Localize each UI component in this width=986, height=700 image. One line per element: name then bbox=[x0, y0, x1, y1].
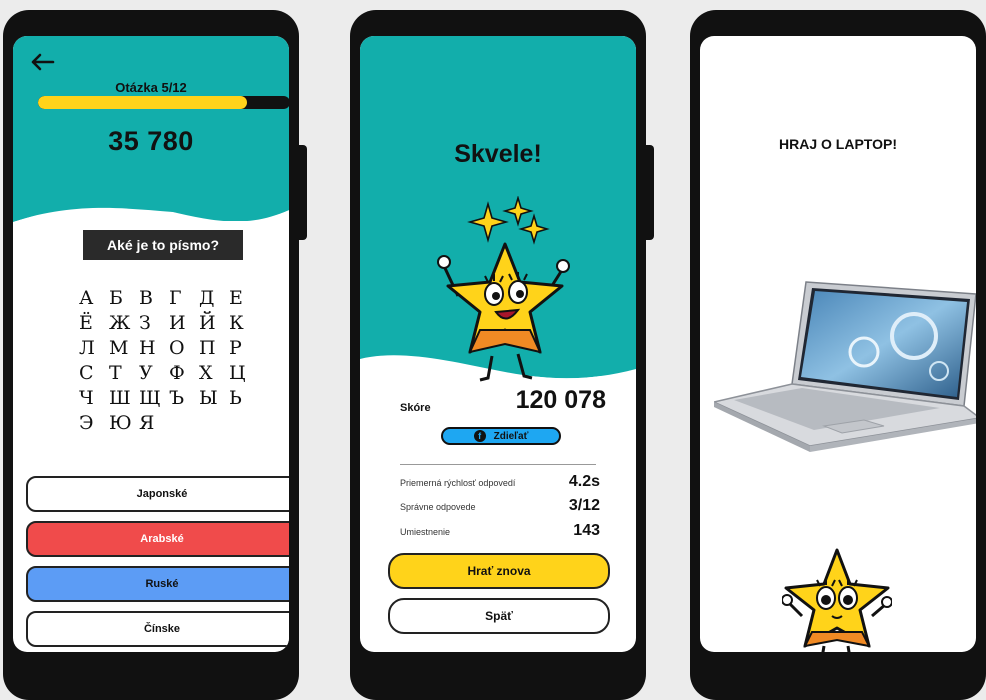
side-button bbox=[299, 145, 307, 240]
stat-row: Správne odpovede 3/12 bbox=[400, 497, 600, 515]
promo-screen: HRAJ O LAPTOP! bbox=[700, 36, 976, 652]
results-title: Skvele! bbox=[454, 140, 542, 168]
letter: Й bbox=[199, 312, 216, 334]
letter: Ю bbox=[109, 412, 132, 434]
stat-value: 143 bbox=[573, 522, 600, 539]
letter: Ы bbox=[199, 387, 218, 409]
question-counter: Otázka 5/12 bbox=[115, 80, 187, 95]
laptop-image bbox=[714, 281, 976, 452]
answer-button[interactable]: Ruské bbox=[26, 566, 289, 602]
phone-results: Skvele! Skóre 120 078 f Zdieľať Priemern… bbox=[350, 10, 654, 700]
letter: А bbox=[79, 287, 94, 309]
letter: Э bbox=[79, 412, 94, 434]
results-screen: Skvele! Skóre 120 078 f Zdieľať Priemern… bbox=[360, 36, 636, 652]
back-arrow-icon[interactable] bbox=[29, 52, 55, 72]
letter: Щ bbox=[139, 387, 161, 409]
answer-button[interactable]: Čínske bbox=[26, 611, 289, 647]
letter: Л bbox=[79, 337, 95, 359]
letter: Ц bbox=[229, 362, 246, 384]
answer-button[interactable]: Japonské bbox=[26, 476, 289, 512]
letter-row: ЁЖЗИЙК bbox=[79, 311, 269, 336]
star-mascot-small bbox=[782, 548, 892, 652]
stat-label: Priemerná rýchlosť odpovedí bbox=[400, 478, 516, 488]
stat-value: 3/12 bbox=[568, 497, 600, 514]
share-label: Zdieľať bbox=[493, 430, 529, 442]
phone-quiz: Otázka 5/12 35 780 Aké je to písmo? АБВГ… bbox=[3, 10, 307, 700]
letter-row: ЛМНОПР bbox=[79, 336, 269, 361]
letter: Д bbox=[199, 287, 215, 309]
side-button bbox=[646, 145, 654, 240]
stat-value: 4.2s bbox=[568, 473, 600, 490]
letter-row: СТУФХЦ bbox=[79, 361, 269, 386]
letter: О bbox=[169, 337, 185, 359]
letter: Е bbox=[229, 287, 243, 309]
question-prompt: Aké je to písmo? bbox=[83, 230, 243, 260]
letter-row: ЧШЩЪЫЬ bbox=[79, 386, 269, 411]
letter: Ч bbox=[79, 387, 94, 409]
stat-row: Priemerná rýchlosť odpovedí 4.2s bbox=[400, 473, 600, 491]
letter: Ф bbox=[169, 362, 185, 384]
letter: М bbox=[109, 337, 129, 359]
sparkle-icon bbox=[467, 196, 550, 245]
progress-bar bbox=[38, 96, 289, 109]
letter: Р bbox=[229, 337, 242, 359]
letter: К bbox=[229, 312, 244, 334]
letter: Ё bbox=[79, 312, 93, 334]
letter: В bbox=[139, 287, 153, 309]
letter: Ь bbox=[229, 387, 242, 409]
letter: Ж bbox=[109, 312, 131, 334]
letter: Ш bbox=[109, 387, 131, 409]
score-value: 120 078 bbox=[515, 386, 606, 414]
letter: И bbox=[169, 312, 186, 334]
letter: Н bbox=[139, 337, 156, 359]
star-mascot bbox=[437, 196, 570, 382]
letter: Г bbox=[169, 287, 182, 309]
letter: Т bbox=[109, 362, 122, 384]
stat-label: Umiestnenie bbox=[400, 527, 451, 537]
back-button[interactable]: Späť bbox=[388, 598, 610, 634]
alphabet-grid: АБВГДЕЁЖЗИЙКЛМНОПРСТУФХЦЧШЩЪЫЬЭЮЯ bbox=[79, 286, 269, 436]
letter: С bbox=[79, 362, 94, 384]
letter: Х bbox=[199, 362, 213, 384]
facebook-icon: f bbox=[473, 430, 486, 442]
progress-fill bbox=[38, 96, 248, 109]
stat-label: Správne odpovede bbox=[400, 502, 476, 512]
current-score: 35 780 bbox=[108, 126, 194, 156]
letter: З bbox=[139, 312, 151, 334]
play-again-button[interactable]: Hrať znova bbox=[388, 553, 610, 589]
promo-title: HRAJ O LAPTOP! bbox=[779, 136, 897, 152]
share-button[interactable]: f Zdieľať bbox=[441, 427, 561, 445]
score-label: Skóre bbox=[400, 402, 431, 414]
letter: П bbox=[199, 337, 216, 359]
phone-promo: HRAJ O LAPTOP! bbox=[690, 10, 986, 700]
quiz-screen: Otázka 5/12 35 780 Aké je to písmo? АБВГ… bbox=[13, 36, 289, 652]
stat-row: Umiestnenie 143 bbox=[400, 522, 600, 540]
answer-button[interactable]: Arabské bbox=[26, 521, 289, 557]
letter-row: ЭЮЯ bbox=[79, 411, 269, 436]
letter: Ъ bbox=[169, 387, 185, 409]
stats-divider bbox=[400, 464, 596, 465]
letter: Я bbox=[139, 412, 155, 434]
letter: Б bbox=[109, 287, 123, 309]
letter: У bbox=[139, 362, 153, 384]
letter-row: АБВГДЕ bbox=[79, 286, 269, 311]
